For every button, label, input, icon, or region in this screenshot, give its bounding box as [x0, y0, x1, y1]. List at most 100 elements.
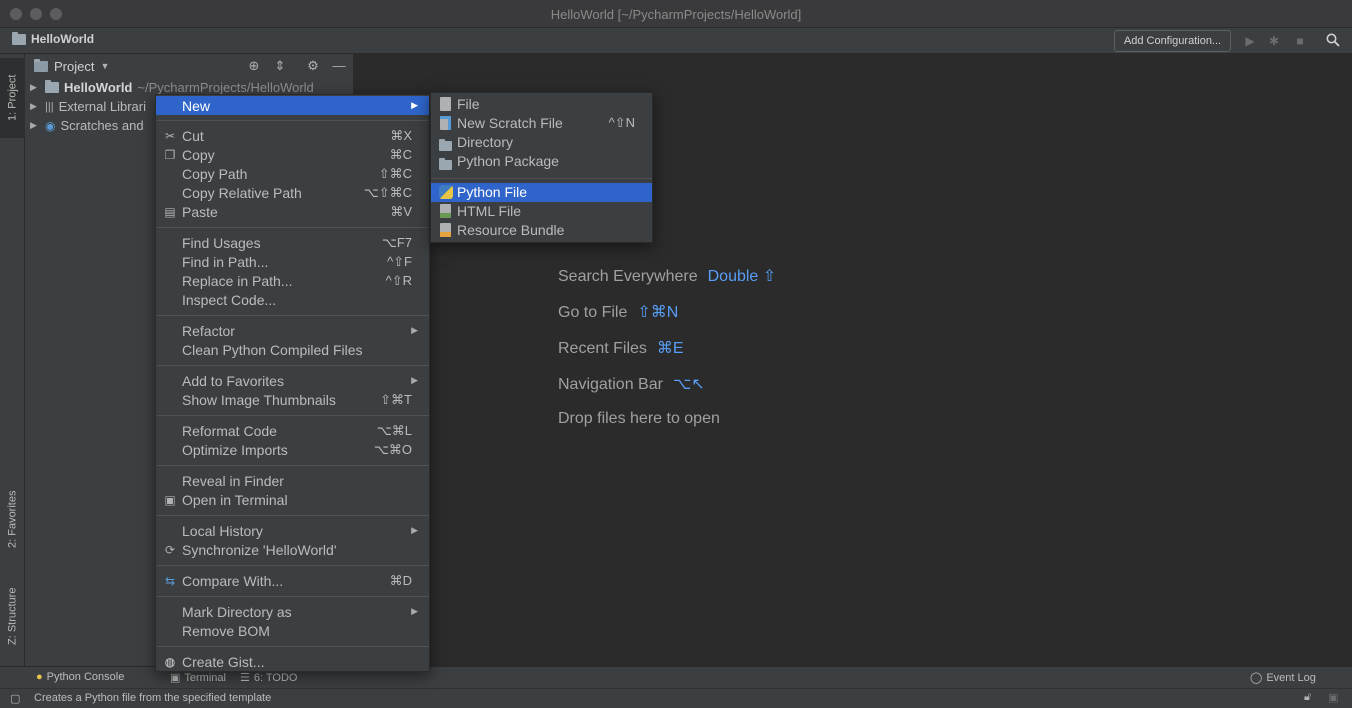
expand-arrow-icon[interactable]: ▶ — [30, 120, 40, 131]
window-titlebar: HelloWorld [~/PycharmProjects/HelloWorld… — [0, 0, 1352, 28]
menu-item-shortcut: ⌘X — [390, 127, 412, 143]
run-icon[interactable]: ▶ — [1242, 33, 1258, 49]
menu-item-show-image-thumbnails[interactable]: Show Image Thumbnails ⇧⌘T — [156, 390, 429, 409]
hide-panel-icon[interactable]: — — [331, 58, 347, 74]
search-icon[interactable] — [1325, 33, 1341, 49]
menu-item-mark-directory-as[interactable]: Mark Directory as ▶ — [156, 602, 429, 621]
menu-item-copy-path[interactable]: Copy Path ⇧⌘C — [156, 164, 429, 183]
github-icon: ◍ — [164, 654, 176, 669]
stop-icon[interactable]: ■ — [1292, 33, 1308, 49]
file-icon — [440, 97, 451, 111]
submenu-item-resource-bundle[interactable]: Resource Bundle — [431, 221, 652, 240]
menu-item-remove-bom[interactable]: Remove BOM — [156, 621, 429, 640]
resource-bundle-icon — [440, 223, 451, 237]
menu-separator — [157, 465, 429, 466]
menu-item-copy-relative-path[interactable]: Copy Relative Path ⌥⇧⌘C — [156, 183, 429, 202]
menu-item-shortcut: ⇧⌘T — [380, 391, 412, 407]
todo-tab[interactable]: ☰ 6: TODO — [240, 671, 298, 685]
terminal-icon: ▣ — [164, 492, 176, 507]
menu-item-find-usages[interactable]: Find Usages ⌥F7 — [156, 233, 429, 252]
debug-icon[interactable]: ✱ — [1266, 33, 1282, 49]
toggle-tool-windows-icon[interactable]: ▢ — [10, 692, 20, 705]
menu-item-paste[interactable]: ▤ Paste ⌘V — [156, 202, 429, 221]
menu-item-shortcut: ⌘D — [389, 572, 412, 588]
gear-icon[interactable]: ⚙ — [305, 58, 321, 74]
menu-item-new[interactable]: New ▶ — [156, 96, 429, 115]
event-log-icon: ◯ — [1250, 672, 1263, 684]
collapse-all-icon[interactable]: ⇕ — [272, 58, 288, 74]
menu-separator — [157, 565, 429, 566]
menu-item-find-in-path[interactable]: Find in Path... ^⇧F — [156, 252, 429, 271]
status-bar: ▢ Creates a Python file from the specifi… — [0, 688, 1352, 708]
python-console-tab[interactable]: ● Python Console — [36, 671, 124, 683]
submenu-item-python-package[interactable]: Python Package — [431, 152, 652, 171]
hint-text: Go to File — [558, 304, 628, 321]
menu-item-label: Compare With... — [182, 572, 284, 589]
menu-item-open-in-terminal[interactable]: ▣ Open in Terminal — [156, 490, 429, 509]
menu-item-clean-python-compiled[interactable]: Clean Python Compiled Files — [156, 340, 429, 359]
menu-item-inspect-code[interactable]: Inspect Code... — [156, 290, 429, 309]
hint-shortcut: ⌥↖ — [672, 376, 705, 393]
submenu-item-new-scratch-file[interactable]: New Scratch File ^⇧N — [431, 114, 652, 133]
submenu-item-html-file[interactable]: HTML File — [431, 202, 652, 221]
menu-item-label: Local History — [182, 522, 263, 539]
submenu-item-python-file[interactable]: Python File — [431, 183, 652, 202]
submenu-item-file[interactable]: File — [431, 95, 652, 114]
submenu-item-label: File — [457, 96, 480, 112]
window-title: HelloWorld [~/PycharmProjects/HelloWorld… — [550, 7, 802, 22]
tree-item-label: Scratches and — [60, 118, 144, 133]
project-view-icon — [34, 58, 48, 72]
menu-item-label: Open in Terminal — [182, 491, 288, 508]
menu-item-label: Clean Python Compiled Files — [182, 341, 363, 358]
menu-item-label: Find Usages — [182, 234, 261, 251]
python-file-icon — [439, 185, 453, 199]
submenu-item-label: Directory — [457, 134, 514, 150]
expand-arrow-icon[interactable]: ▶ — [30, 82, 40, 93]
expand-arrow-icon[interactable]: ▶ — [30, 101, 40, 112]
favorites-tool-tab[interactable]: 2: Favorites — [0, 474, 25, 564]
event-log-tab[interactable]: ◯ Event Log — [1250, 671, 1316, 685]
menu-item-optimize-imports[interactable]: Optimize Imports ⌥⌘O — [156, 440, 429, 459]
menu-item-reformat-code[interactable]: Reformat Code ⌥⌘L — [156, 421, 429, 440]
menu-item-refactor[interactable]: Refactor ▶ — [156, 321, 429, 340]
menu-item-add-to-favorites[interactable]: Add to Favorites ▶ — [156, 371, 429, 390]
submenu-item-label: Python File — [457, 184, 528, 200]
tree-item-path: ~/PycharmProjects/HelloWorld — [137, 80, 314, 95]
menu-item-local-history[interactable]: Local History ▶ — [156, 521, 429, 540]
sync-icon: ⟳ — [164, 542, 176, 557]
menu-item-create-gist[interactable]: ◍ Create Gist... — [156, 652, 429, 671]
todo-label: 6: TODO — [253, 671, 298, 684]
memory-indicator-icon[interactable]: ▣ — [1328, 691, 1338, 704]
locate-icon[interactable]: ⊕ — [246, 58, 262, 74]
menu-item-compare-with[interactable]: ⇆ Compare With... ⌘D — [156, 571, 429, 590]
menu-item-replace-in-path[interactable]: Replace in Path... ^⇧R — [156, 271, 429, 290]
menu-item-label: Copy Path — [182, 165, 248, 182]
menu-item-label: Copy — [182, 146, 215, 163]
terminal-tab[interactable]: ▣ Terminal — [170, 671, 226, 685]
structure-tool-tab[interactable]: Z: Structure — [0, 574, 25, 659]
submenu-item-directory[interactable]: Directory — [431, 133, 652, 152]
menu-separator — [157, 515, 429, 516]
menu-item-label: Mark Directory as — [182, 603, 292, 620]
project-view-selector[interactable]: Project — [54, 59, 94, 74]
submenu-arrow-icon: ▶ — [411, 100, 418, 110]
folder-icon — [439, 138, 453, 152]
add-configuration-button[interactable]: Add Configuration... — [1114, 30, 1231, 52]
menu-item-shortcut: ⌥⌘L — [376, 422, 412, 438]
menu-item-label: Reveal in Finder — [182, 472, 284, 489]
menu-item-cut[interactable]: ✂ Cut ⌘X — [156, 126, 429, 145]
scratches-icon: ◉ — [45, 118, 56, 133]
chevron-down-icon[interactable]: ▼ — [100, 61, 109, 71]
submenu-item-label: HTML File — [457, 203, 522, 219]
left-tool-stripe: 1: Project 2: Favorites Z: Structure — [0, 54, 25, 666]
compare-icon: ⇆ — [164, 573, 176, 588]
lock-icon[interactable]: 🔓︎ — [1304, 691, 1311, 704]
menu-separator — [157, 120, 429, 121]
tree-item-label: External Librari — [58, 99, 147, 114]
menu-item-reveal-in-finder[interactable]: Reveal in Finder — [156, 471, 429, 490]
favorites-tool-tab-label: 2: Favorites — [6, 490, 19, 548]
nav-project-crumb[interactable]: HelloWorld — [12, 31, 94, 46]
project-tool-tab[interactable]: 1: Project — [0, 58, 25, 138]
menu-item-copy[interactable]: ❐ Copy ⌘C — [156, 145, 429, 164]
menu-item-synchronize[interactable]: ⟳ Synchronize 'HelloWorld' — [156, 540, 429, 559]
